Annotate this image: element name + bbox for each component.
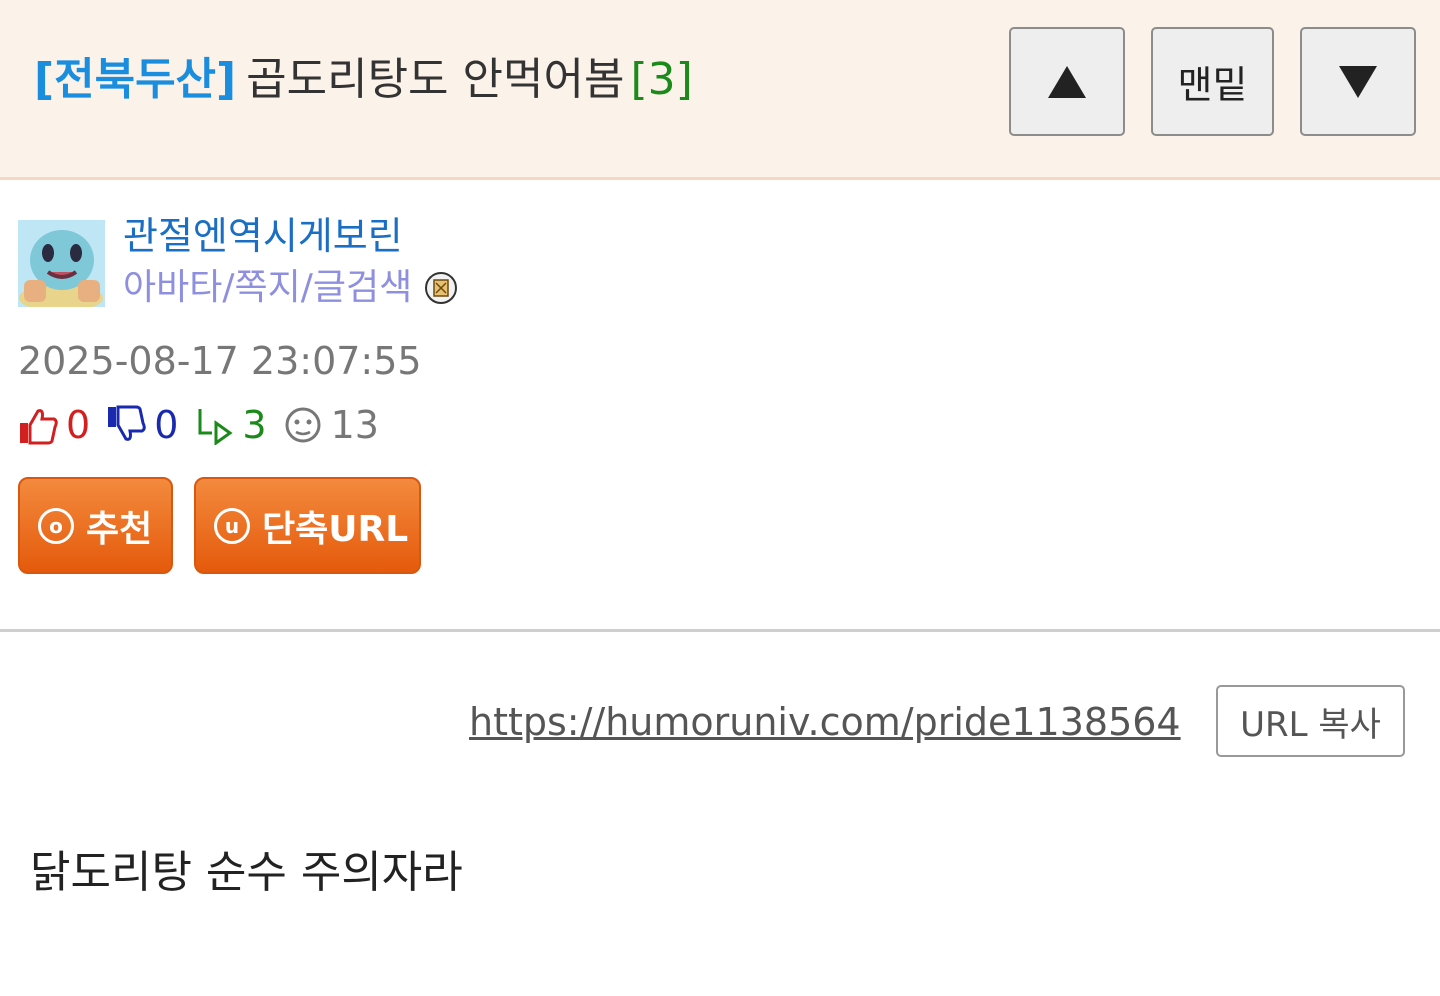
recommend-button[interactable]: o 추천 — [18, 477, 173, 574]
recommend-circle-icon: o — [38, 507, 74, 544]
triangle-down-icon — [1339, 65, 1377, 98]
memo-icon[interactable] — [424, 271, 458, 305]
scroll-bottom-button[interactable]: 맨밑 — [1151, 27, 1274, 136]
short-url-circle-icon: u — [214, 507, 250, 544]
url-copy-button[interactable]: URL 복사 — [1216, 685, 1405, 757]
comment-count[interactable]: [3] — [630, 54, 692, 105]
upvote-count: 0 — [66, 403, 91, 447]
view-count: 13 — [330, 403, 379, 447]
reply-count: 3 — [242, 403, 267, 447]
post-title: [전북두산] 곱도리탕도 안먹어봄 [3] — [34, 50, 693, 110]
post-category[interactable]: [전북두산] — [34, 54, 236, 105]
downvote-count: 0 — [154, 403, 179, 447]
scroll-up-button[interactable] — [1009, 27, 1125, 136]
recommend-label: 추천 — [86, 508, 153, 550]
triangle-up-icon — [1048, 65, 1086, 98]
reply-icon — [194, 405, 234, 446]
post-datetime: 2025-08-17 23:07:55 — [18, 339, 422, 383]
post-header: [전북두산] 곱도리탕도 안먹어봄 [3] 맨밑 — [0, 0, 1440, 180]
post-url-link[interactable]: https://humoruniv.com/pride1138564 — [469, 696, 1181, 748]
post-stats: 0 0 3 13 — [18, 400, 395, 450]
post-subject: 곱도리탕도 안먹어봄 — [246, 54, 625, 105]
thumbs-down-icon — [106, 405, 146, 445]
author-nickname[interactable]: 관절엔역시게보린 — [123, 212, 403, 260]
avatar[interactable] — [18, 220, 105, 307]
short-url-label: 단축URL — [262, 508, 409, 550]
scroll-down-button[interactable] — [1300, 27, 1416, 136]
short-url-button[interactable]: u 단축URL — [194, 477, 421, 574]
thumbs-up-icon — [18, 405, 58, 445]
author-links-text[interactable]: 아바타/쪽지/글검색 — [123, 265, 412, 311]
author-links: 아바타/쪽지/글검색 — [123, 265, 458, 311]
divider — [0, 629, 1440, 632]
post-body: 닭도리탕 순수 주의자라 — [30, 847, 463, 898]
face-icon — [283, 405, 323, 445]
